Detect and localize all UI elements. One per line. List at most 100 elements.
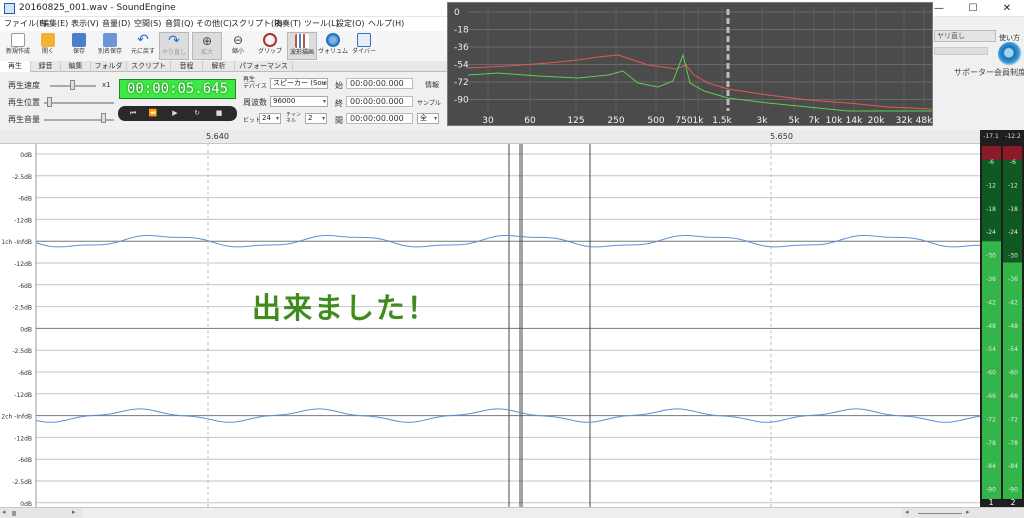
close-button[interactable]: ✕ bbox=[990, 0, 1024, 17]
position-slider[interactable] bbox=[44, 102, 114, 104]
scroll-right-icon[interactable]: ▸ bbox=[72, 508, 76, 516]
zoom-right-icon[interactable]: ▸ bbox=[966, 508, 970, 516]
unit-select[interactable]: 全 ▾ bbox=[417, 113, 439, 124]
waveform-view[interactable]: 0dB -2.5dB -6dB -12dB 1ch -InfdB -12dB -6dB -2.… bbox=[0, 144, 981, 508]
tab-play[interactable]: 再生 bbox=[0, 61, 31, 72]
meter-scale-label: -90 bbox=[986, 487, 996, 494]
length-label: 間 bbox=[335, 116, 343, 125]
zoom-slider[interactable] bbox=[918, 513, 962, 514]
tab-record[interactable]: 録音 bbox=[31, 61, 61, 72]
scroll-left-icon[interactable]: ◂ bbox=[2, 508, 6, 516]
new-file-icon bbox=[11, 33, 25, 47]
meter-scale-label: -30 bbox=[986, 253, 996, 260]
scroll-thumb[interactable] bbox=[12, 511, 16, 516]
spectrum-freq-label: 7k bbox=[809, 116, 821, 125]
save-button[interactable]: 保存 bbox=[64, 32, 94, 60]
open-folder-icon bbox=[41, 33, 55, 47]
zoom-in-button[interactable]: ⊕ 拡大 bbox=[192, 32, 222, 60]
tab-analysis[interactable]: 解析 bbox=[203, 61, 235, 72]
spectrum-freq-label: 3k bbox=[757, 116, 769, 125]
zoom-out-button[interactable]: ⊖ 縮小 bbox=[223, 32, 253, 60]
menu-volume[interactable]: 音量(D) bbox=[102, 18, 130, 29]
tab-folder[interactable]: フォルダ bbox=[91, 61, 127, 72]
tab-performance[interactable]: パフォーマンス bbox=[235, 61, 293, 72]
length-time-field[interactable]: 00:00:00.000 bbox=[346, 113, 413, 124]
meter-scale-label: -42 bbox=[1008, 299, 1018, 306]
end-time-field[interactable]: 00:00:00.000 bbox=[346, 96, 413, 107]
spectrum-freq-label: 125 bbox=[567, 116, 584, 125]
snap-button[interactable]: ヤリ直し bbox=[934, 30, 996, 42]
meter-scale-label: -90 bbox=[1008, 487, 1018, 494]
position-slider-thumb[interactable] bbox=[47, 97, 52, 107]
meter-peak-right: -12.2 bbox=[1005, 133, 1021, 140]
maximize-button[interactable]: ☐ bbox=[956, 0, 990, 17]
waveform-draw-button[interactable]: 波形描画 bbox=[287, 32, 317, 60]
supporter-link[interactable]: サポーター会員制度 bbox=[954, 67, 1024, 78]
meter-scale-label: -84 bbox=[986, 463, 996, 470]
bits-select[interactable]: 24 ▾ bbox=[259, 113, 281, 124]
meter-scale-label: -24 bbox=[1008, 229, 1018, 236]
meter-scale-label: -54 bbox=[986, 346, 996, 353]
meter-scale-label: -6 bbox=[988, 159, 994, 166]
undo-icon: ↶ bbox=[137, 32, 149, 48]
meter-scale-label: -48 bbox=[986, 323, 996, 330]
device-select[interactable]: スピーカー (Soun ▾ bbox=[270, 78, 328, 89]
menu-settings[interactable]: 設定(O) bbox=[336, 18, 365, 29]
start-time-field[interactable]: 00:00:00.000 bbox=[346, 78, 413, 89]
spectrum-db-label: -72 bbox=[454, 78, 469, 88]
spectrum-freq-label: 1.5k bbox=[712, 116, 732, 125]
grip-button[interactable]: グリップ bbox=[255, 32, 285, 60]
overlay-banner: 出来ました！ bbox=[252, 291, 439, 325]
scroll-track[interactable] bbox=[82, 508, 902, 518]
play-button[interactable]: ▶ bbox=[168, 108, 182, 119]
menu-other[interactable]: その他(C) bbox=[196, 18, 232, 29]
menu-help[interactable]: ヘルプ(H) bbox=[368, 18, 404, 29]
meter-scale-label: -60 bbox=[1008, 370, 1018, 377]
rewind-start-button[interactable]: ⏮ bbox=[126, 108, 140, 119]
menu-quality[interactable]: 音質(Q) bbox=[165, 18, 194, 29]
meter-scale-label: -72 bbox=[986, 416, 996, 423]
channels-select[interactable]: 2 ▾ bbox=[305, 113, 327, 124]
loop-button[interactable]: ↻ bbox=[190, 108, 204, 119]
menu-edit[interactable]: 編集(E) bbox=[41, 18, 68, 29]
open-button[interactable]: 開く bbox=[33, 32, 63, 60]
tab-edit[interactable]: 編集 bbox=[61, 61, 91, 72]
horizontal-scrollbar[interactable]: ◂ ▸ ◂ ▸ bbox=[0, 507, 1024, 518]
redo-button[interactable]: ↷ やり直し bbox=[159, 32, 189, 60]
spectrum-freq-label: 10k bbox=[826, 116, 843, 125]
info-label: 情報 bbox=[425, 81, 439, 89]
spectrum-freq-label: 250 bbox=[607, 116, 624, 125]
diver-button[interactable]: ダイバー bbox=[349, 32, 379, 60]
save-as-button[interactable]: 別名保存 bbox=[95, 32, 125, 60]
meter-scale-label: -18 bbox=[986, 206, 996, 213]
window-title: 20160825_001.wav - SoundEngine bbox=[19, 3, 176, 13]
new-file-button[interactable]: 新規作成 bbox=[3, 32, 33, 60]
rate-select[interactable]: 96000 ▾ bbox=[270, 96, 328, 107]
meter-channel-label: 2 bbox=[1010, 498, 1015, 507]
menu-view[interactable]: 表示(V) bbox=[71, 18, 99, 29]
ruler-mark: 5.640 bbox=[206, 132, 229, 141]
volume-button[interactable]: ヴォリュム bbox=[318, 32, 348, 60]
menu-bar: ファイル(F) 編集(E) 表示(V) 音量(D) 空間(S) 音質(Q) その… bbox=[0, 17, 450, 31]
undo-button[interactable]: ↶ 元に戻す bbox=[128, 32, 158, 60]
spectrum-db-label: -90 bbox=[454, 96, 469, 106]
tab-pitch[interactable]: 音程 bbox=[171, 61, 203, 72]
tab-script[interactable]: スクリプト bbox=[127, 61, 171, 72]
rewind-button[interactable]: ⏪ bbox=[146, 108, 160, 119]
spectrum-freq-label: 5k bbox=[789, 116, 801, 125]
menu-space[interactable]: 空間(S) bbox=[134, 18, 161, 29]
spectrum-analyzer[interactable]: 0 -18 -36 -54 -72 -90 30 60 125 250 500 750 1k 1.5k 3k… bbox=[447, 2, 933, 126]
waveform-db-label: -12dB bbox=[14, 435, 32, 442]
zoom-in-icon: ⊕ bbox=[201, 34, 213, 48]
menu-play[interactable]: 演奏(T) bbox=[274, 18, 301, 29]
transport-bar: ⏮ ⏪ ▶ ↻ ■ bbox=[118, 106, 237, 121]
speed-slider-thumb[interactable] bbox=[70, 80, 75, 90]
meter-scale-label: -48 bbox=[1008, 323, 1018, 330]
start-label: 始 bbox=[335, 81, 343, 90]
zoom-left-icon[interactable]: ◂ bbox=[905, 508, 909, 516]
waveform-db-label: -12dB bbox=[14, 261, 32, 268]
speed-label: 再生速度 bbox=[8, 81, 40, 90]
volume-slider-thumb[interactable] bbox=[101, 113, 106, 123]
stop-button[interactable]: ■ bbox=[212, 108, 226, 119]
menu-tools[interactable]: ツール(L) bbox=[304, 18, 339, 29]
